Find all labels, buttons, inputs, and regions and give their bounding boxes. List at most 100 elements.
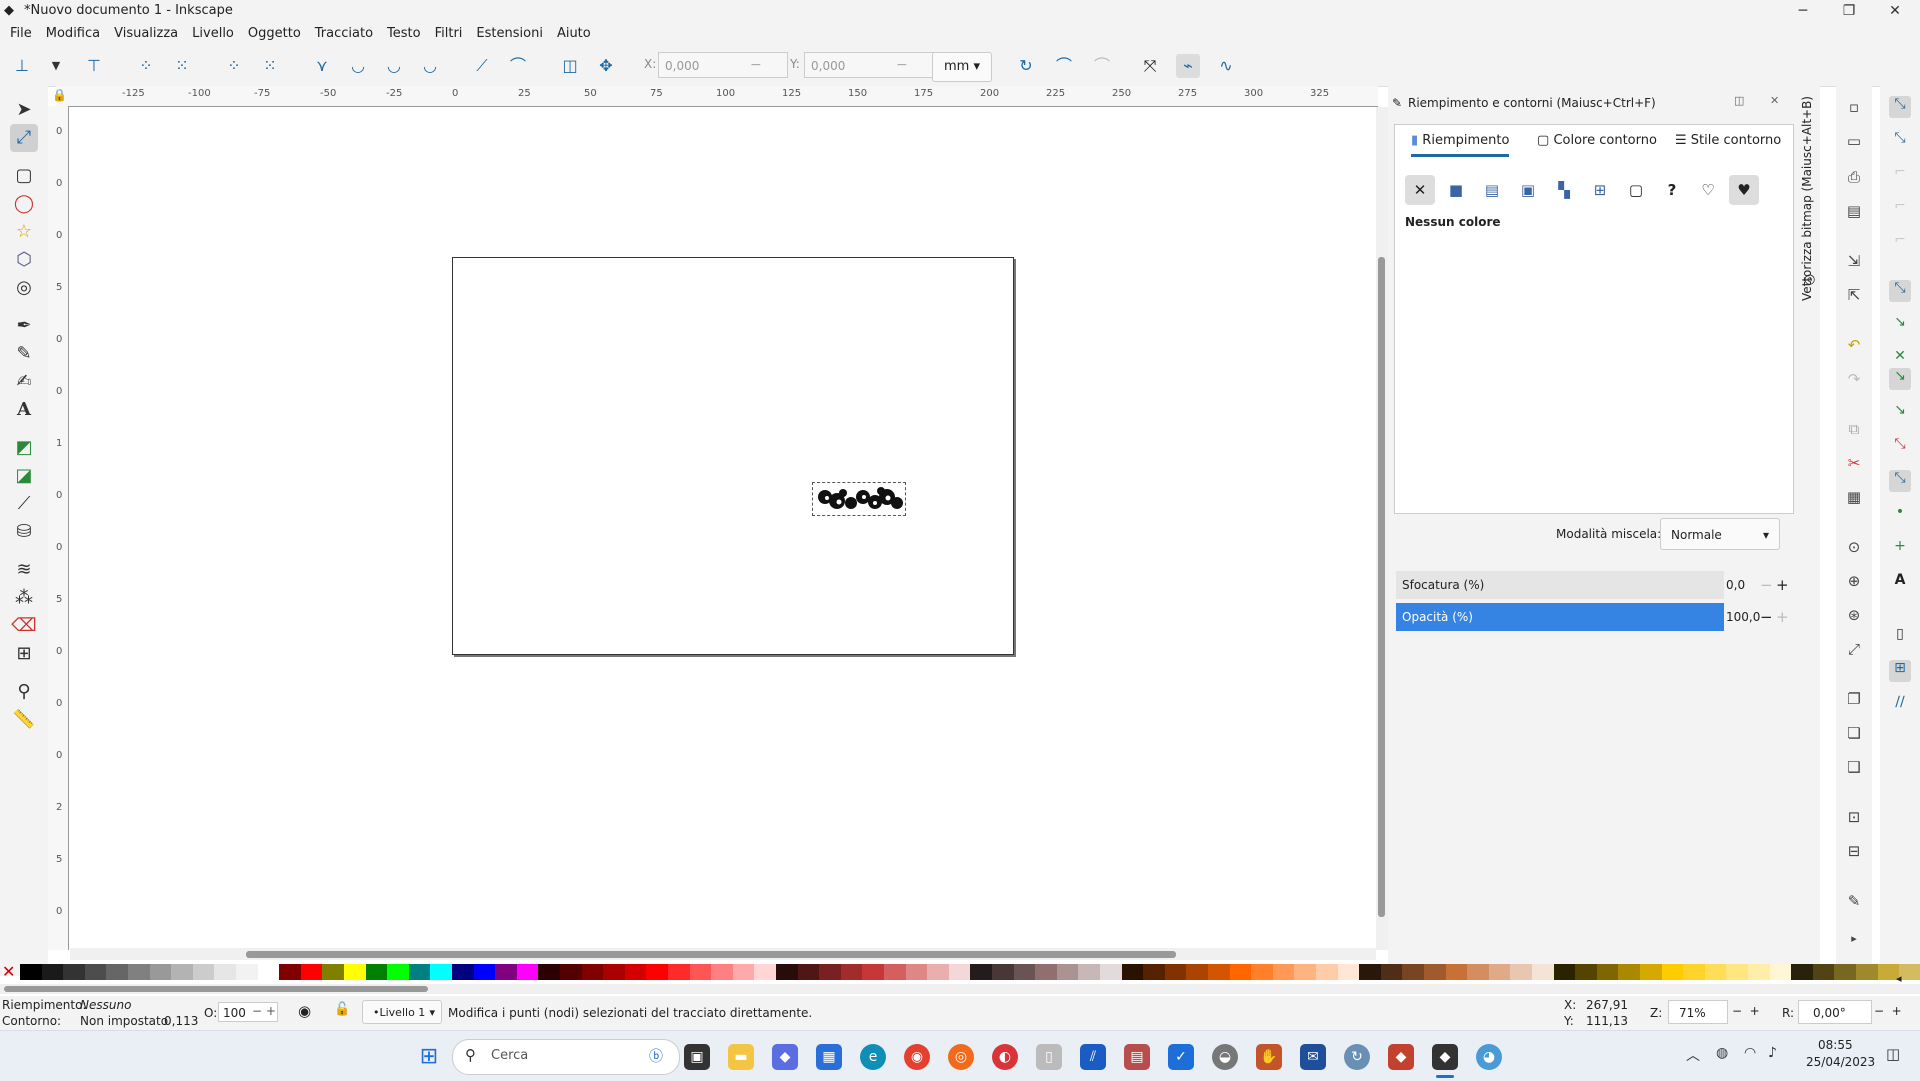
app-icon[interactable]: ▯ <box>1036 1044 1062 1070</box>
horizontal-scroll-thumb[interactable] <box>246 951 1176 958</box>
color-swatch[interactable] <box>171 964 194 980</box>
join-segment-icon[interactable]: ⁘ <box>222 54 246 78</box>
pattern-icon[interactable]: ⊞ <box>1585 175 1615 205</box>
gradient-tool-icon[interactable]: ◩ <box>10 434 38 462</box>
x-input[interactable]: 0,000 <box>658 52 788 78</box>
color-swatch[interactable] <box>668 964 690 980</box>
vertical-scroll-thumb[interactable] <box>1378 257 1385 917</box>
color-swatch[interactable] <box>1229 964 1252 980</box>
color-swatch[interactable] <box>1596 964 1619 980</box>
color-swatch[interactable] <box>992 964 1014 980</box>
dock-icon[interactable]: ◫ <box>1734 94 1744 107</box>
paint-bucket-tool-icon[interactable]: ⛁ <box>10 518 38 546</box>
group-icon[interactable]: ⊡ <box>1844 808 1864 828</box>
menu-modifica[interactable]: Modifica <box>39 22 107 46</box>
ruler-horizontal[interactable]: -125 -100 -75 -50 -25 0 25 50 75 100 125… <box>56 86 1378 107</box>
menu-livello[interactable]: Livello <box>185 22 241 46</box>
color-swatch[interactable] <box>344 964 366 980</box>
color-swatch[interactable] <box>1748 964 1770 980</box>
rectangle-tool-icon[interactable]: ▢ <box>10 162 38 190</box>
export-icon[interactable]: ⇱ <box>1844 286 1864 306</box>
stroke-width-value[interactable]: 0,113 <box>164 1014 198 1028</box>
snap-cusp-icon[interactable]: ↘ <box>1889 368 1911 390</box>
opacity-decrement[interactable]: − <box>1760 603 1773 631</box>
lock-guides-icon[interactable]: 🔒 <box>52 88 67 102</box>
color-swatch[interactable] <box>1899 964 1920 980</box>
mesh-gradient-icon[interactable]: ▚ <box>1549 175 1579 205</box>
color-swatch[interactable] <box>948 964 971 980</box>
paste-icon[interactable]: ▦ <box>1844 488 1864 508</box>
color-swatch[interactable] <box>1424 964 1446 980</box>
node-auto-icon[interactable]: ◡ <box>418 54 442 78</box>
node-smooth-icon[interactable]: ◡ <box>346 54 370 78</box>
color-swatch[interactable] <box>1251 964 1274 980</box>
color-swatch[interactable] <box>1640 964 1662 980</box>
color-swatch[interactable] <box>1769 964 1792 980</box>
app-icon[interactable]: ↻ <box>1344 1044 1370 1070</box>
duplicate-icon[interactable]: ❐ <box>1844 690 1864 710</box>
zoom-tool-icon[interactable]: ⚲ <box>10 678 38 706</box>
firefox-icon[interactable]: ◎ <box>948 1044 974 1070</box>
opacity-value[interactable]: 100,0 <box>1726 603 1760 631</box>
snap-midpoint-icon[interactable]: ⤡ <box>1889 436 1911 458</box>
color-swatch[interactable] <box>1143 964 1166 980</box>
node-symmetric-icon[interactable]: ◡ <box>382 54 406 78</box>
join-nodes-icon[interactable]: ⁘ <box>134 54 158 78</box>
color-swatch[interactable] <box>560 964 582 980</box>
color-swatch[interactable] <box>236 964 258 980</box>
ellipse-tool-icon[interactable]: ◯ <box>10 190 38 218</box>
fill-rule-evenodd-icon[interactable]: ♡ <box>1693 175 1723 205</box>
color-swatch[interactable] <box>430 964 453 980</box>
color-swatch[interactable] <box>1856 964 1878 980</box>
color-swatch[interactable] <box>1056 964 1079 980</box>
app-icon[interactable]: ◕ <box>1476 1044 1502 1070</box>
maximize-button[interactable]: ❐ <box>1826 0 1872 22</box>
color-swatch[interactable] <box>41 964 64 980</box>
color-swatch[interactable] <box>149 964 172 980</box>
menu-visualizza[interactable]: Visualizza <box>107 22 185 46</box>
ruler-vertical[interactable]: 0 0 0 5 0 0 1 0 0 5 0 0 0 2 5 0 <box>48 106 69 950</box>
3d-box-tool-icon[interactable]: ⬡ <box>10 246 38 274</box>
cut-icon[interactable]: ✂ <box>1844 454 1864 474</box>
pen-tool-icon[interactable]: ✒ <box>10 312 38 340</box>
unlink-clone-icon[interactable]: ❑ <box>1844 758 1864 778</box>
color-swatch[interactable] <box>473 964 496 980</box>
color-swatch[interactable] <box>1445 964 1468 980</box>
color-swatch[interactable] <box>927 964 950 980</box>
color-swatch[interactable] <box>1488 964 1511 980</box>
import-icon[interactable]: ⇲ <box>1844 252 1864 272</box>
insert-node-dropdown-icon[interactable]: ▼ <box>44 54 68 78</box>
text-tool-icon[interactable]: A <box>10 396 38 424</box>
delete-segment-icon[interactable]: ⁙ <box>258 54 282 78</box>
color-swatch[interactable] <box>192 964 215 980</box>
app-icon[interactable]: ◒ <box>1212 1044 1238 1070</box>
clock-date[interactable]: 25/04/2023 <box>1806 1055 1875 1069</box>
color-swatch[interactable] <box>1208 964 1230 980</box>
delete-node-icon[interactable]: ⊤ <box>82 54 106 78</box>
color-swatch[interactable] <box>1402 964 1425 980</box>
trace-bitmap-tab[interactable]: Vettorizza bitmap (Maiusc+Alt+B) <box>1800 96 1814 301</box>
hp-app-icon[interactable]: ⫽ <box>1080 1044 1106 1070</box>
zoom-selection-icon[interactable]: ⊙ <box>1844 538 1864 558</box>
app-icon[interactable]: ◆ <box>1388 1044 1414 1070</box>
blend-mode-select[interactable]: Normale ▾ <box>1660 518 1780 550</box>
dialog-close-icon[interactable]: ✕ <box>1770 94 1779 107</box>
zoom-drawing-icon[interactable]: ⊕ <box>1844 572 1864 592</box>
traced-bitmap-object[interactable] <box>812 482 906 516</box>
color-swatch[interactable] <box>322 964 345 980</box>
color-swatch[interactable] <box>452 964 474 980</box>
more-commands-icon[interactable]: ▸ <box>1844 932 1864 952</box>
task-view-icon[interactable]: ▣ <box>684 1044 710 1070</box>
no-color-swatch-icon[interactable]: ✕ <box>2 962 15 981</box>
color-swatch[interactable] <box>1553 964 1576 980</box>
edge-icon[interactable]: e <box>860 1044 886 1070</box>
tab-stroke-paint[interactable]: ▢ Colore contorno <box>1537 133 1657 148</box>
color-swatch[interactable] <box>1575 964 1598 980</box>
color-swatch[interactable] <box>1272 964 1295 980</box>
menu-estensioni[interactable]: Estensioni <box>469 22 550 46</box>
todo-icon[interactable]: ✓ <box>1168 1044 1194 1070</box>
snap-others-icon[interactable]: ⤡ <box>1889 470 1911 492</box>
color-swatch[interactable] <box>20 964 42 980</box>
transform-handles-icon[interactable]: ⤧ <box>1138 54 1162 78</box>
zoom-stepper[interactable]: − + <box>1732 1004 1760 1018</box>
